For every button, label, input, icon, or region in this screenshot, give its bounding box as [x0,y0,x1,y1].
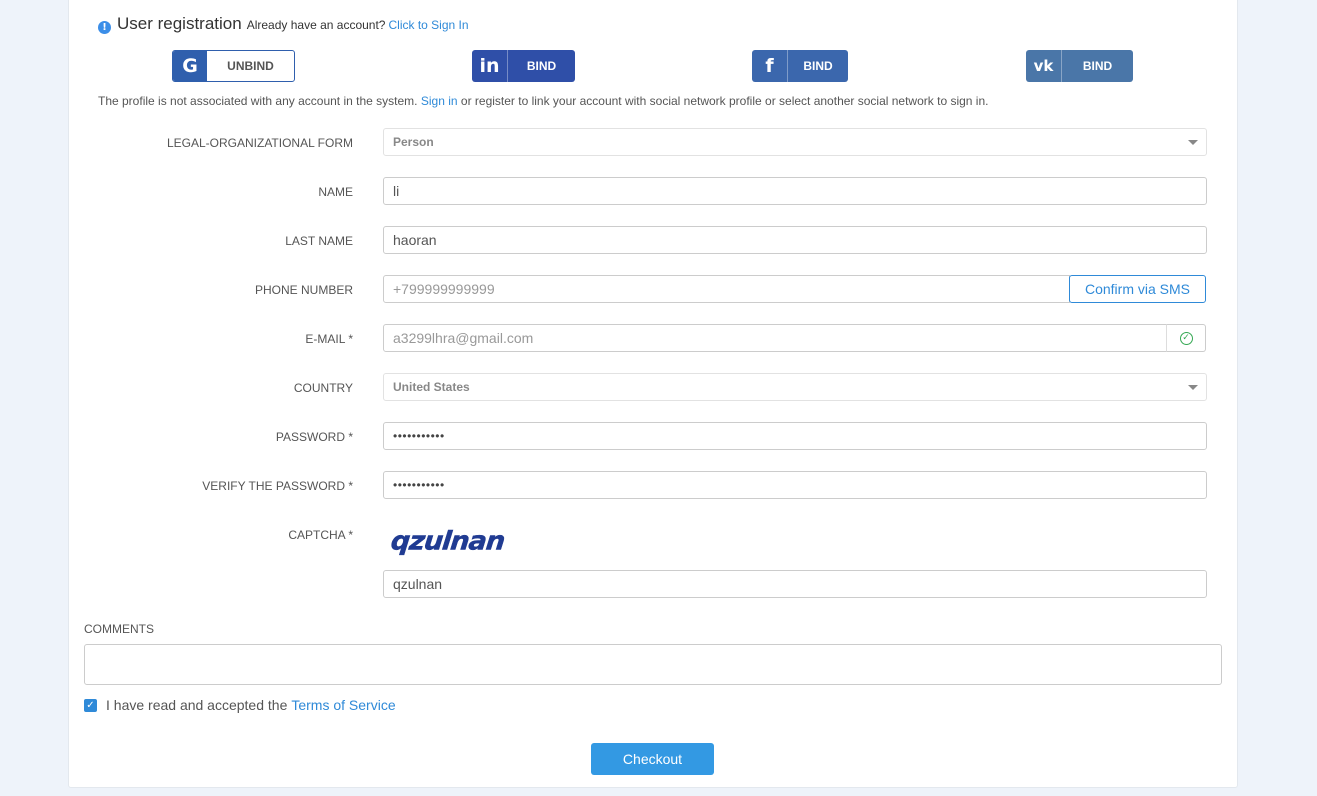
social-note-text-after: or register to link your account with so… [460,94,989,108]
already-account-text: Already have an account? [246,18,386,32]
country-label: COUNTRY [293,381,353,395]
email-value: a3299lhra@gmail.com [393,330,534,346]
phone-field[interactable]: +799999999999 [383,275,1070,303]
checkout-button[interactable]: Checkout [591,743,714,775]
captcha-field[interactable]: qzulnan [383,570,1207,598]
comments-textarea[interactable] [84,644,1222,685]
name-label: NAME [318,185,353,199]
linkedin-button-label: BIND [526,59,557,73]
facebook-button-label: BIND [803,59,833,73]
password-field[interactable]: ••••••••••• [383,422,1207,450]
page-title: User registration [117,14,242,33]
chevron-down-icon [1188,384,1198,390]
google-icon: G [173,51,207,81]
google-button-label: UNBIND [227,59,274,73]
phone-label: PHONE NUMBER [254,283,353,297]
terms-row: ✓ I have read and accepted the Terms of … [84,697,396,713]
last-name-field[interactable]: haoran [383,226,1207,254]
info-icon: ! [98,21,111,34]
chevron-down-icon [1188,139,1198,145]
terms-of-service-link[interactable]: Terms of Service [291,697,395,713]
last-name-label: LAST NAME [285,234,353,248]
legal-form-value: Person [393,135,434,149]
name-field[interactable]: li [383,177,1207,205]
captcha-value: qzulnan [393,576,443,592]
email-field[interactable]: a3299lhra@gmail.com [383,324,1167,352]
vk-icon: vk [1026,50,1062,82]
terms-text: I have read and accepted the [106,697,288,713]
phone-placeholder: +799999999999 [393,281,495,297]
facebook-bind-button[interactable]: f BIND [752,50,848,82]
password-value: ••••••••••• [393,429,445,443]
password-label: PASSWORD * [275,430,353,444]
linkedin-icon: in [472,50,508,82]
email-label: E-MAIL * [305,332,353,346]
legal-form-select[interactable]: Person [383,128,1207,156]
captcha-label: CAPTCHA * [288,528,353,542]
sign-in-link[interactable]: Click to Sign In [388,18,468,32]
verify-password-label: VERIFY THE PASSWORD * [202,479,353,493]
email-verified-indicator: ✓ [1166,324,1206,352]
social-note: The profile is not associated with any a… [98,94,988,108]
google-unbind-button[interactable]: G UNBIND [172,50,295,82]
vk-button-label: BIND [1082,59,1113,73]
country-value: United States [393,380,470,394]
registration-header: ! User registration Already have an acco… [98,14,469,34]
country-select[interactable]: United States [383,373,1207,401]
comments-label: COMMENTS [84,622,154,636]
vk-bind-button[interactable]: vk BIND [1026,50,1133,82]
check-circle-icon: ✓ [1179,331,1193,345]
last-name-value: haoran [393,232,437,248]
confirm-sms-button[interactable]: Confirm via SMS [1069,275,1206,303]
captcha-image: qzulnan [389,526,506,557]
social-note-signin-link[interactable]: Sign in [421,94,458,108]
verify-password-field[interactable]: ••••••••••• [383,471,1207,499]
terms-checkbox[interactable]: ✓ [84,698,97,712]
legal-form-label: LEGAL-ORGANIZATIONAL FORM [166,136,353,150]
facebook-icon: f [752,50,788,82]
name-value: li [393,183,400,199]
linkedin-bind-button[interactable]: in BIND [472,50,575,82]
social-note-text: The profile is not associated with any a… [98,94,418,108]
verify-password-value: ••••••••••• [393,478,445,492]
